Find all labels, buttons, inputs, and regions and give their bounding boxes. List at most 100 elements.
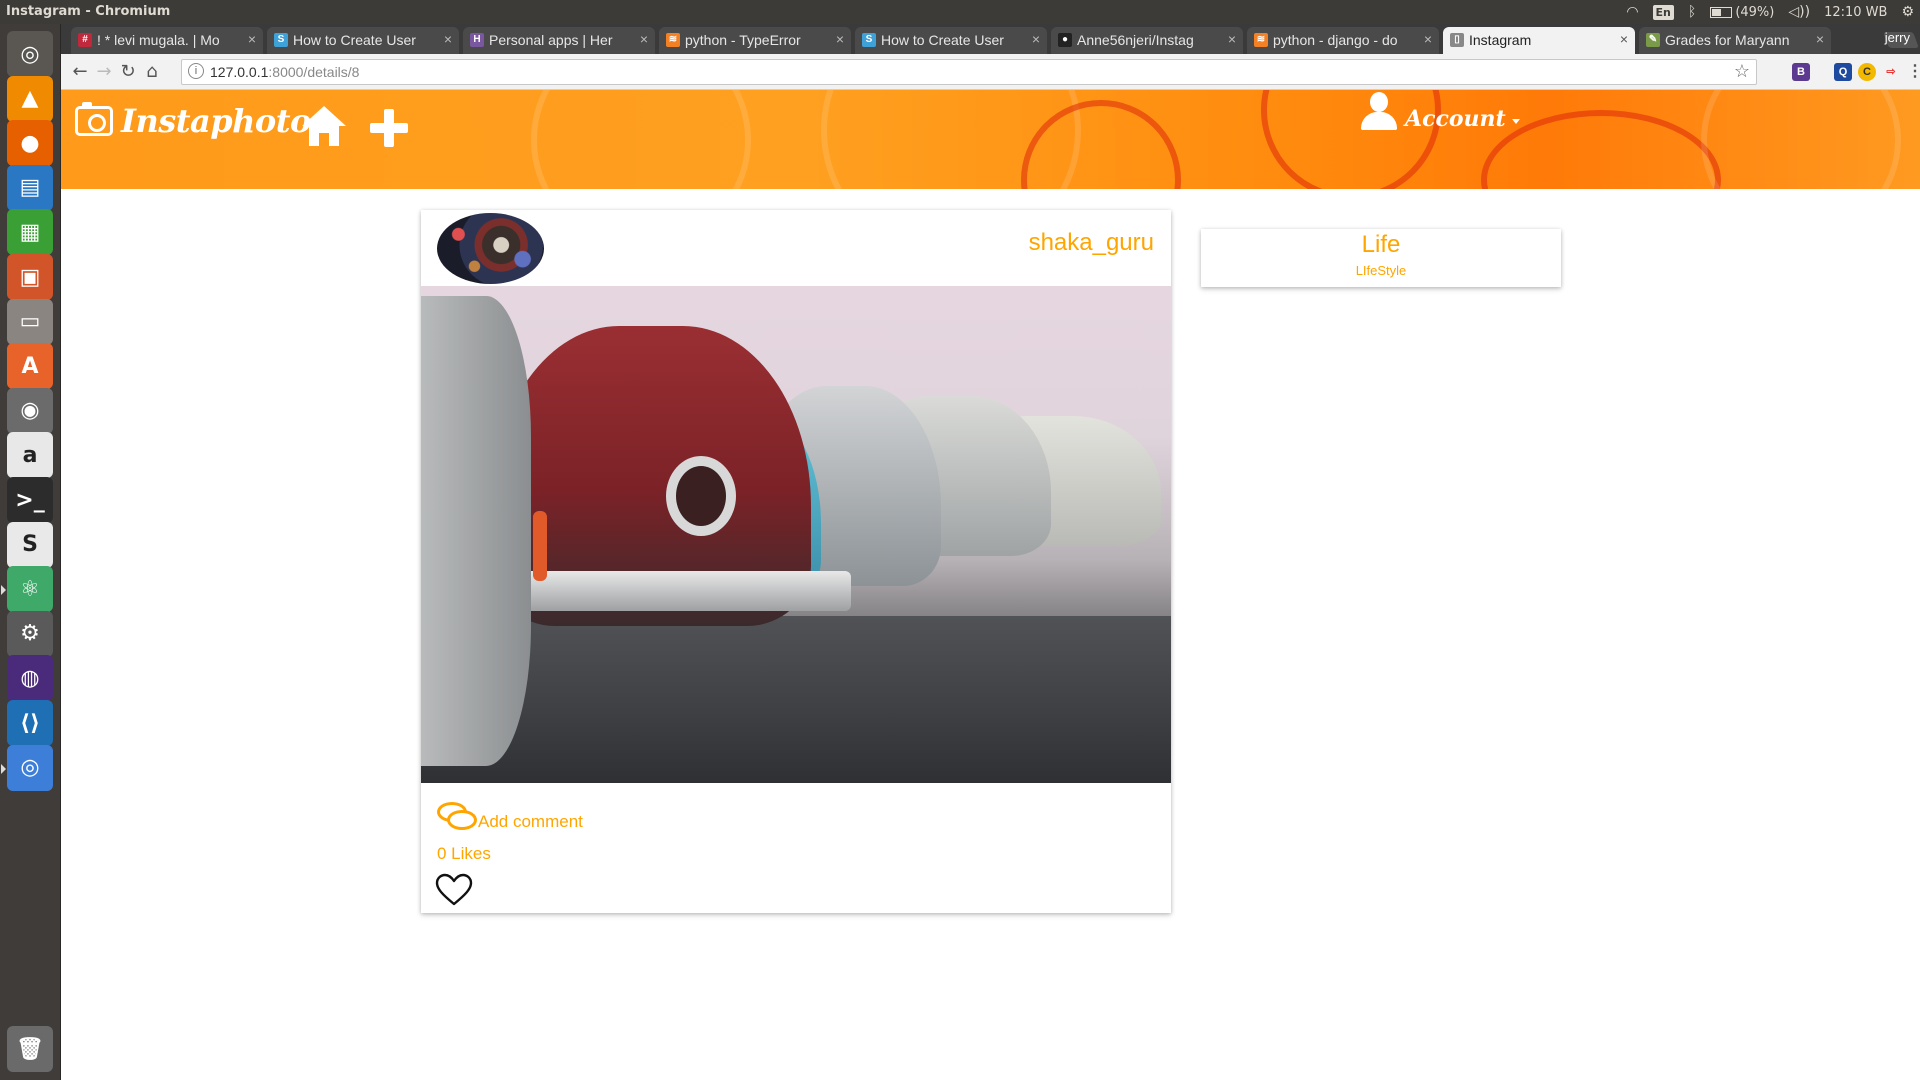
brand-link[interactable]: Instaphoto xyxy=(75,102,311,140)
browser-tab[interactable]: S How to Create User × xyxy=(267,27,459,54)
post-image[interactable] xyxy=(421,286,1171,783)
add-comment-link[interactable]: Add comment xyxy=(437,800,583,832)
tab-strip: # ! * levi mugala. | Mo × S How to Create Us… xyxy=(61,24,1920,54)
tab-favicon: ≋ xyxy=(1254,33,1268,47)
tab-title: Grades for Maryann xyxy=(1665,32,1790,48)
heart-icon[interactable] xyxy=(435,873,473,907)
amazon-icon[interactable]: a xyxy=(7,432,53,479)
tab-close-icon[interactable]: × xyxy=(640,31,648,47)
bluetooth-icon[interactable]: ᛒ xyxy=(1688,3,1696,21)
tab-title: Instagram xyxy=(1469,32,1532,48)
account-label: Account xyxy=(1405,106,1506,132)
battery-indicator[interactable]: (49%) xyxy=(1710,5,1774,20)
post-username[interactable]: shaka_guru xyxy=(1029,229,1154,257)
browser-tab[interactable]: H Personal apps | Her × xyxy=(463,27,655,54)
system-menu-icon[interactable]: ⚙ xyxy=(1901,3,1914,21)
tab-close-icon[interactable]: × xyxy=(1620,31,1628,47)
category-subtitle: LIfeStyle xyxy=(1355,263,1407,278)
clock[interactable]: 12:10 WB xyxy=(1824,5,1887,20)
forward-button[interactable]: → xyxy=(93,61,115,83)
add-comment-label: Add comment xyxy=(478,812,583,831)
window-title: Instagram - Chromium xyxy=(6,4,171,19)
profile-name[interactable]: jerry xyxy=(1885,30,1910,45)
tab-close-icon[interactable]: × xyxy=(1816,31,1824,47)
image-headlight xyxy=(666,456,736,536)
libreoffice-impress-icon[interactable]: ▣ xyxy=(7,254,53,300)
reload-button[interactable]: ↻ xyxy=(117,61,139,83)
bootstrap-extension-icon[interactable]: B xyxy=(1792,63,1810,81)
tab-favicon: H xyxy=(470,33,484,47)
avatar[interactable] xyxy=(437,213,544,284)
browser-tab[interactable]: # ! * levi mugala. | Mo × xyxy=(71,27,263,54)
image-bumper xyxy=(511,571,851,611)
wifi-icon[interactable]: ◠ xyxy=(1626,3,1638,21)
tab-title: Personal apps | Her xyxy=(489,32,613,48)
panel-indicators: ◠ En ᛒ (49%) ◁)) 12:10 WB ⚙ xyxy=(1626,3,1914,21)
system-settings-icon[interactable]: ⚙ xyxy=(7,610,53,657)
tab-favicon: ● xyxy=(1058,33,1072,47)
home-button[interactable]: ⌂ xyxy=(141,61,163,83)
terminal-icon[interactable]: >_ xyxy=(7,477,53,523)
account-dropdown[interactable]: Account xyxy=(1359,92,1520,132)
home-icon[interactable] xyxy=(302,106,346,146)
browser-tab[interactable]: ≋ python - TypeError × xyxy=(659,27,851,54)
tab-close-icon[interactable]: × xyxy=(1424,31,1432,47)
slack-icon[interactable]: S xyxy=(7,521,53,568)
browser-tab[interactable]: ≋ python - django - do × xyxy=(1247,27,1439,54)
site-info-icon[interactable]: i xyxy=(188,63,204,79)
tab-close-icon[interactable]: × xyxy=(1228,31,1236,47)
tab-close-icon[interactable]: × xyxy=(836,31,844,47)
tab-title: python - django - do xyxy=(1273,32,1398,48)
chrome-menu-icon[interactable]: ⋮ xyxy=(1906,63,1920,81)
user-icon xyxy=(1359,92,1399,132)
files-icon[interactable]: ▭ xyxy=(7,298,53,345)
chromium-icon[interactable]: ◎ xyxy=(1,744,53,791)
keyboard-layout-indicator[interactable]: En xyxy=(1652,4,1674,20)
tab-title: python - TypeError xyxy=(685,32,801,48)
plus-icon[interactable] xyxy=(370,109,408,147)
tab-favicon: # xyxy=(78,33,92,47)
tab-close-icon[interactable]: × xyxy=(248,31,256,47)
tab-close-icon[interactable]: × xyxy=(444,31,452,47)
ubuntu-dash-icon[interactable]: ◎ xyxy=(7,31,53,77)
browser-tab[interactable]: ✎ Grades for Maryann × xyxy=(1639,27,1831,54)
firefox-icon[interactable]: ● xyxy=(7,120,53,167)
browser-tab[interactable]: S How to Create User × xyxy=(855,27,1047,54)
vlc-icon[interactable]: ▲ xyxy=(7,75,53,122)
trash-icon[interactable]: 🗑 xyxy=(7,1026,53,1072)
battery-percent: (49%) xyxy=(1735,4,1775,20)
tab-title: ! * levi mugala. | Mo xyxy=(97,32,220,48)
libreoffice-writer-icon[interactable]: ▤ xyxy=(7,164,53,211)
address-bar[interactable]: i 127.0.0.1:8000/details/8 ☆ xyxy=(181,59,1757,85)
tab-favicon: S xyxy=(274,33,288,47)
color-extension-icon[interactable]: C xyxy=(1858,63,1876,81)
battery-icon xyxy=(1710,6,1733,18)
back-button[interactable]: ← xyxy=(69,61,91,83)
tab-close-icon[interactable]: × xyxy=(1032,31,1040,47)
volume-icon[interactable]: ◁)) xyxy=(1788,3,1810,21)
tab-favicon: ≋ xyxy=(666,33,680,47)
disk-icon[interactable]: ◉ xyxy=(7,387,53,434)
page-viewport: Instaphoto Account shaka_guru Add commen… xyxy=(61,90,1920,1080)
image-car-shape xyxy=(421,296,531,766)
tab-title: How to Create User xyxy=(881,32,1004,48)
category-card: Life LIfeStyle xyxy=(1201,229,1561,287)
cast-extension-icon[interactable]: ⇨ xyxy=(1882,63,1900,81)
camera-icon xyxy=(75,102,113,136)
tab-active[interactable]: ▯ Instagram × xyxy=(1443,27,1635,54)
navbar-decoration xyxy=(1701,90,1901,189)
category-name[interactable]: Life xyxy=(1201,231,1561,259)
site-navbar: Instaphoto Account xyxy=(61,90,1920,189)
eclipse-icon[interactable]: ◍ xyxy=(7,655,53,702)
vscode-icon[interactable]: ⟨⟩ xyxy=(7,700,53,746)
url-host: 127.0.0.1 xyxy=(210,64,269,80)
navbar-decoration xyxy=(531,90,751,189)
top-panel: Instagram - Chromium ◠ En ᛒ (49%) ◁)) 12… xyxy=(0,0,1920,24)
software-center-icon[interactable]: A xyxy=(7,343,53,390)
atom-icon[interactable]: ⚛ xyxy=(1,566,53,613)
search-extension-icon[interactable]: Q xyxy=(1834,63,1852,81)
bookmark-star-icon[interactable]: ☆ xyxy=(1734,61,1750,82)
comments-icon xyxy=(437,800,477,832)
browser-tab[interactable]: ● Anne56njeri/Instag × xyxy=(1051,27,1243,54)
libreoffice-calc-icon[interactable]: ▦ xyxy=(7,209,53,256)
